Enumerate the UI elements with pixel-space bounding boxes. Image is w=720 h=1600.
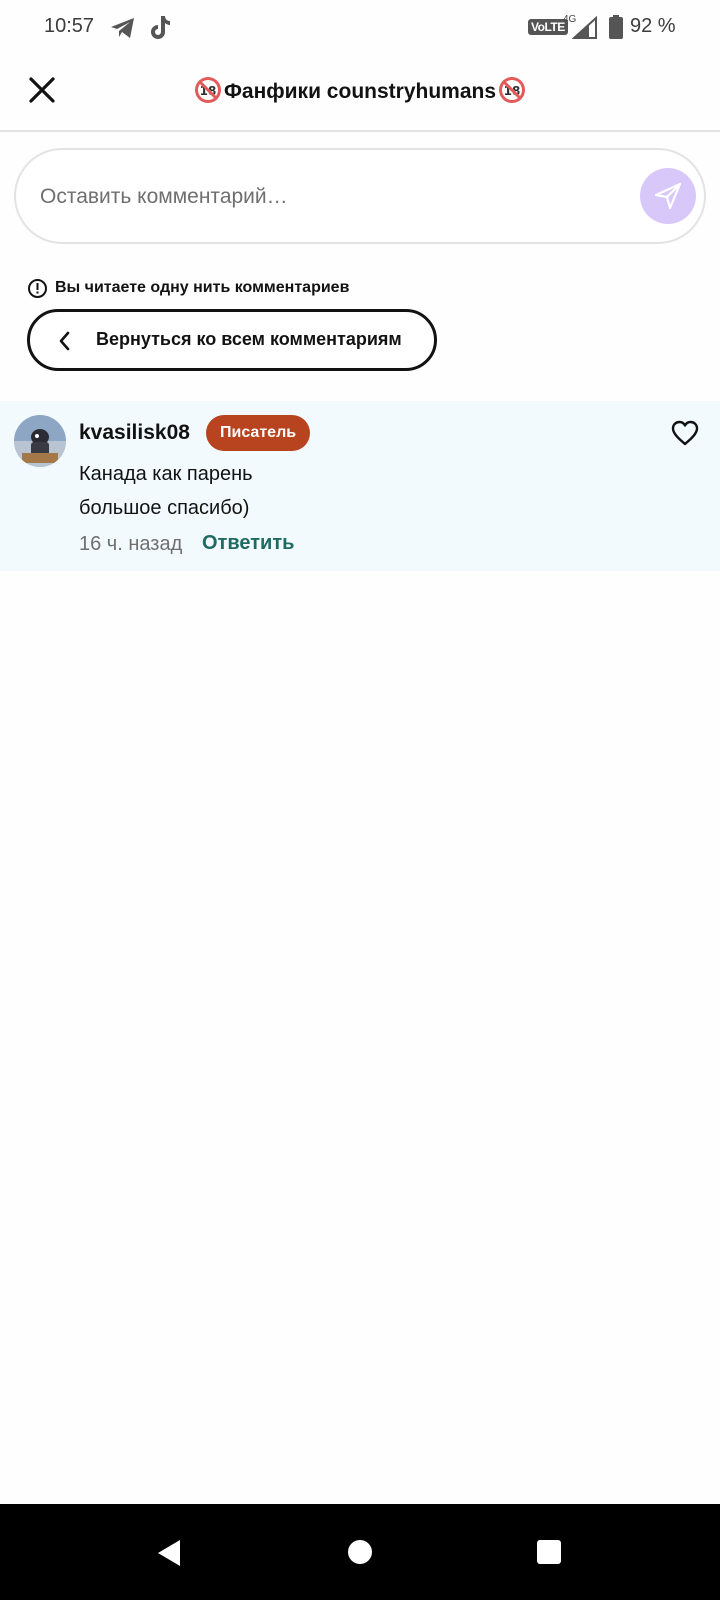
telegram-icon (111, 18, 134, 38)
volte-badge: VoLTE (528, 19, 568, 35)
role-badge: Писатель (206, 415, 311, 451)
battery-percent: 92 % (630, 15, 676, 37)
heart-icon[interactable] (670, 419, 700, 447)
nav-home-icon[interactable] (348, 1540, 372, 1564)
page-title-text: Фанфики counstryhumans (223, 80, 497, 104)
nav-recents-icon[interactable] (537, 1540, 561, 1564)
comment-item: kvasilisk08 Писатель Канада как парень б… (0, 401, 720, 571)
adult-18-icon: 18 (194, 77, 221, 104)
avatar[interactable] (14, 415, 66, 467)
tiktok-icon (151, 16, 170, 39)
status-time: 10:57 (44, 15, 95, 37)
chevron-left-icon (59, 331, 70, 351)
adult-18-icon: 18 (499, 77, 526, 104)
comment-text-line: Канада как парень (79, 463, 253, 485)
info-icon (28, 279, 47, 298)
header: 18 Фанфики counstryhumans 18 (0, 56, 720, 132)
comment-timestamp: 16 ч. назад (79, 533, 183, 555)
back-button-label: Вернуться ко всем комментариям (96, 329, 402, 349)
reply-button[interactable]: Ответить (202, 532, 294, 555)
comment-username[interactable]: kvasilisk08 (79, 421, 190, 445)
signal-icon (572, 16, 597, 39)
comment-box (14, 148, 706, 244)
comment-input[interactable] (40, 180, 600, 214)
system-nav-bar (0, 1504, 720, 1600)
battery-icon (609, 15, 623, 39)
status-bar: 10:57 VoLTE 4G 92 % (0, 0, 720, 56)
back-to-all-comments-button[interactable]: Вернуться ко всем комментариям (27, 309, 437, 371)
comment-text-line: большое спасибо) (79, 497, 250, 519)
nav-back-icon[interactable] (156, 1538, 182, 1568)
thread-notice-text: Вы читаете одну нить комментариев (55, 279, 350, 296)
send-icon (654, 182, 682, 210)
page-title: 18 Фанфики counstryhumans 18 (0, 77, 720, 104)
send-button[interactable] (640, 168, 696, 224)
